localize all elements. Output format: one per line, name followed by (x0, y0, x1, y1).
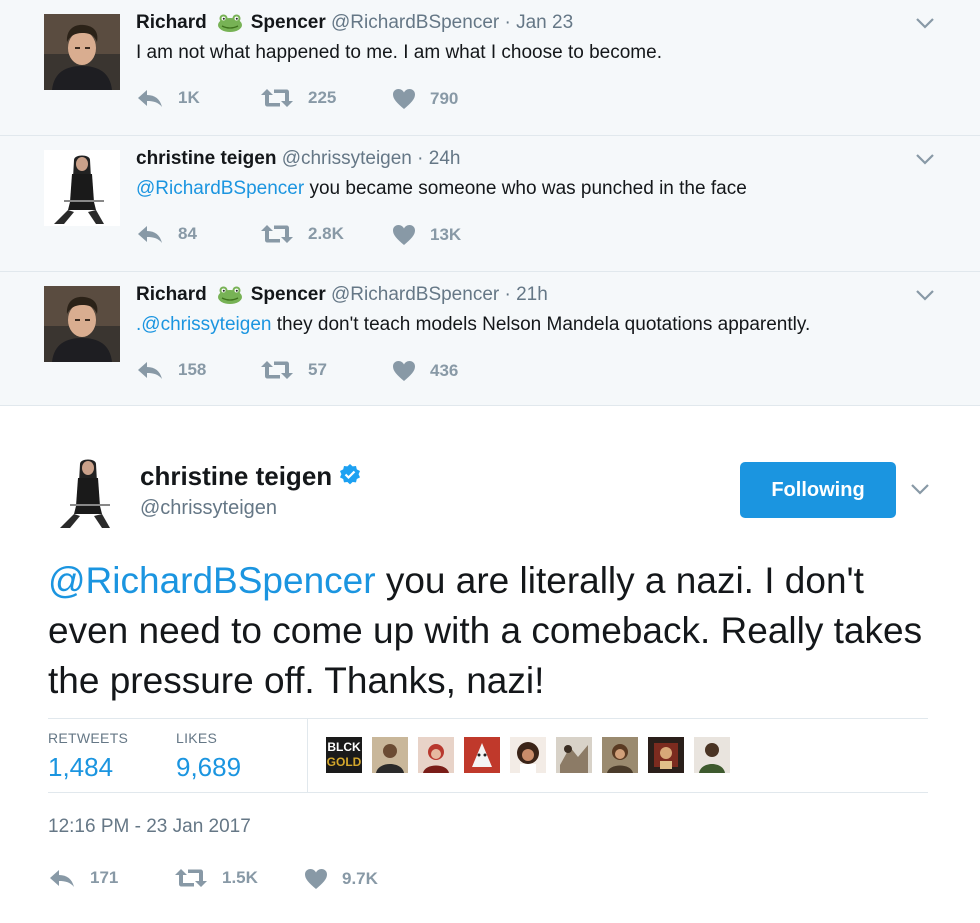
retweet-button[interactable]: 225 (260, 88, 336, 108)
avatar[interactable] (44, 150, 120, 226)
following-button[interactable]: Following (740, 462, 896, 518)
liker-avatar[interactable] (418, 737, 454, 773)
heart-icon (304, 868, 328, 890)
reply-button[interactable]: 1K (136, 88, 200, 108)
retweet-button[interactable]: 1.5K (174, 868, 258, 888)
author-name[interactable]: Richard (136, 12, 207, 33)
likes-count[interactable]: 9,689 (176, 752, 241, 783)
frog-emoji-icon (217, 14, 243, 38)
reply-icon (48, 868, 76, 888)
thread-tweet[interactable]: Richard Spencer @RichardBSpencer · Jan 23… (0, 0, 980, 136)
heart-icon (392, 224, 416, 246)
avatar[interactable] (50, 454, 126, 530)
author-handle[interactable]: @chrissyteigen (140, 497, 277, 520)
avatar[interactable] (44, 286, 120, 362)
avatar[interactable] (44, 14, 120, 90)
like-button[interactable]: 790 (392, 88, 458, 110)
retweet-button[interactable]: 57 (260, 360, 327, 380)
mention-link[interactable]: @RichardBSpencer (48, 560, 376, 601)
retweet-button[interactable]: 2.8K (260, 224, 344, 244)
liker-avatar[interactable] (694, 737, 730, 773)
liker-avatar[interactable] (556, 737, 592, 773)
chevron-down-icon[interactable] (910, 482, 930, 500)
badge-text-bottom: GOLD (326, 755, 362, 769)
mention-link[interactable]: .@chrissyteigen (136, 314, 271, 335)
handle-and-time: @RichardBSpencer · Jan 23 (331, 12, 574, 33)
author-name[interactable]: christine teigen (136, 148, 276, 169)
retweet-count: 225 (308, 88, 337, 107)
author-name-row: christine teigen (140, 461, 362, 494)
badge-text-top: BLCK (327, 740, 361, 754)
thread-tweet[interactable]: christine teigen @chrissyteigen · 24h @R… (0, 136, 980, 272)
like-count: 790 (430, 89, 459, 108)
liker-avatar[interactable] (510, 737, 546, 773)
author-name[interactable]: Richard (136, 284, 207, 305)
liker-avatar[interactable] (464, 737, 500, 773)
like-count: 436 (430, 361, 459, 380)
handle-and-time: @RichardBSpencer · 21h (331, 284, 548, 305)
tweet-text: .@chrissyteigen they don't teach models … (136, 314, 810, 336)
chevron-down-icon[interactable] (915, 16, 935, 34)
verified-badge-icon (338, 463, 362, 494)
tweet-text: I am not what happened to me. I am what … (136, 42, 662, 64)
retweet-icon (260, 88, 294, 108)
tweet-body: they don't teach models Nelson Mandela q… (271, 314, 811, 335)
tweet-text: @RichardBSpencer you became someone who … (136, 178, 747, 200)
like-count: 13K (430, 225, 462, 244)
like-button[interactable]: 436 (392, 360, 458, 382)
frog-emoji-icon (217, 286, 243, 310)
divider (48, 718, 928, 719)
retweet-count: 57 (308, 360, 327, 379)
chevron-down-icon[interactable] (915, 288, 935, 306)
retweet-icon (260, 224, 294, 244)
tweet-header: Richard Spencer @RichardBSpencer · Jan 23 (136, 12, 573, 38)
retweets-count[interactable]: 1,484 (48, 752, 113, 783)
author-name[interactable]: christine teigen (140, 461, 332, 491)
retweet-icon (174, 868, 208, 888)
reply-count: 171 (90, 868, 119, 887)
handle-and-time: @chrissyteigen · 24h (281, 148, 461, 169)
retweet-icon (260, 360, 294, 380)
tweet-header: Richard Spencer @RichardBSpencer · 21h (136, 284, 548, 310)
divider (48, 792, 928, 793)
liker-avatar[interactable] (602, 737, 638, 773)
chevron-down-icon[interactable] (915, 152, 935, 170)
reply-count: 158 (178, 360, 207, 379)
like-count: 9.7K (342, 869, 378, 888)
reply-icon (136, 360, 164, 380)
main-tweet: christine teigen @chrissyteigen Followin… (0, 406, 980, 923)
heart-icon (392, 360, 416, 382)
like-button[interactable]: 9.7K (304, 868, 378, 890)
tweet-header: christine teigen @chrissyteigen · 24h (136, 148, 460, 170)
mention-link[interactable]: @RichardBSpencer (136, 178, 304, 199)
author-name-last[interactable]: Spencer (251, 284, 326, 305)
reply-button[interactable]: 171 (48, 868, 118, 888)
heart-icon (392, 88, 416, 110)
tweet-timestamp[interactable]: 12:16 PM - 23 Jan 2017 (48, 816, 251, 838)
retweet-count: 1.5K (222, 868, 258, 887)
author-name-last[interactable]: Spencer (251, 12, 326, 33)
tweet-text: @RichardBSpencer you are literally a naz… (48, 556, 928, 706)
likes-label: LIKES (176, 730, 218, 746)
retweet-count: 2.8K (308, 224, 344, 243)
tweet-body: I am not what happened to me. I am what … (136, 42, 662, 63)
reply-icon (136, 88, 164, 108)
liker-avatar[interactable] (372, 737, 408, 773)
reply-button[interactable]: 84 (136, 224, 197, 244)
retweets-label: RETWEETS (48, 730, 129, 746)
liker-avatar[interactable] (648, 737, 684, 773)
reply-count: 1K (178, 88, 200, 107)
reply-icon (136, 224, 164, 244)
reply-count: 84 (178, 224, 197, 243)
thread-tweet[interactable]: Richard Spencer @RichardBSpencer · 21h .@… (0, 272, 980, 406)
divider (307, 718, 308, 792)
tweet-body: you became someone who was punched in th… (304, 178, 747, 199)
reply-button[interactable]: 158 (136, 360, 206, 380)
liker-avatar-badge[interactable]: BLCK GOLD (326, 737, 362, 773)
like-button[interactable]: 13K (392, 224, 461, 246)
